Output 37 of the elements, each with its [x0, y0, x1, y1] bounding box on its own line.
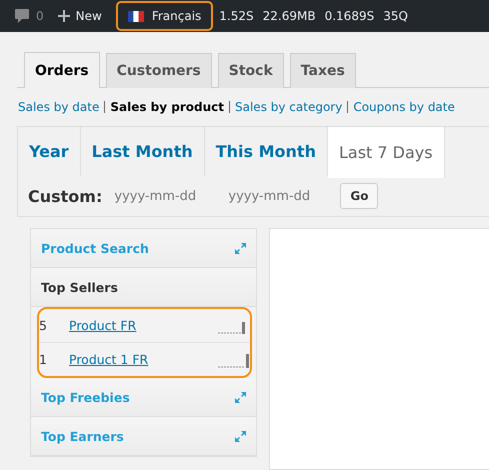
debug-stat: 0.1689S — [324, 9, 374, 23]
report-link[interactable]: Coupons by date — [353, 100, 455, 114]
expand-icon[interactable] — [235, 430, 246, 442]
expand-icon[interactable] — [235, 392, 246, 402]
sales-count: 1 — [39, 352, 48, 367]
section-title[interactable]: Top Freebies — [41, 390, 130, 404]
report-link[interactable]: Sales by product — [110, 100, 224, 114]
product-link[interactable]: Product 1 FR — [69, 352, 218, 367]
range-tab[interactable]: Last Month — [80, 127, 205, 176]
section-title[interactable]: Product Search — [41, 240, 149, 256]
range-tab[interactable]: Last 7 Days — [328, 127, 445, 178]
product-link[interactable]: Product FR — [69, 318, 218, 333]
tab[interactable]: Customers — [106, 53, 212, 88]
go-button[interactable]: Go — [340, 183, 378, 209]
sparkline — [218, 352, 250, 368]
section-title[interactable]: Top Earners — [41, 428, 124, 444]
tab[interactable]: Taxes — [290, 53, 356, 88]
report-link[interactable]: Sales by category — [235, 100, 342, 114]
start-date-field[interactable]: yyyy-mm-dd — [112, 188, 216, 204]
report-link[interactable]: Sales by date — [18, 100, 100, 114]
sales-count: 5 — [39, 318, 48, 333]
plus-icon[interactable] — [58, 10, 70, 22]
comment-icon[interactable] — [14, 8, 30, 24]
debug-stat: 35Q — [383, 9, 408, 23]
tab[interactable]: Orders — [24, 52, 100, 88]
tab[interactable]: Stock — [218, 53, 284, 88]
flag-icon — [128, 10, 144, 22]
expand-icon[interactable] — [235, 242, 246, 254]
debug-stat: 1.52S — [219, 9, 254, 23]
comment-count[interactable]: 0 — [36, 9, 44, 23]
language-switcher[interactable]: Français — [116, 1, 214, 31]
end-date-field[interactable]: yyyy-mm-dd — [226, 188, 330, 204]
range-tab[interactable]: Year — [18, 127, 81, 176]
new-link[interactable]: New — [76, 9, 102, 23]
debug-stat: 22.69MB — [262, 9, 316, 23]
custom-label: Custom: — [28, 186, 102, 206]
section-title: Top Sellers — [41, 280, 118, 294]
